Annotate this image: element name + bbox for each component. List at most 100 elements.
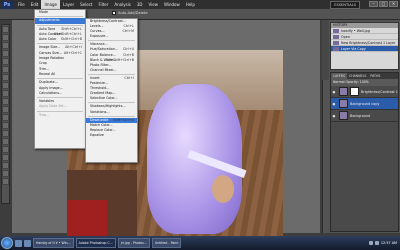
menu-item-label: Adjustments: [39, 18, 60, 23]
photoshop-logo: Ps: [1, 0, 13, 9]
taskbar-button-untitled-paint[interactable]: Untitled - Paint: [151, 238, 182, 248]
menu-image[interactable]: Image: [41, 0, 60, 9]
taskbar-button-jrr-jpg-photos[interactable]: jrr.jpg - Photos...: [117, 238, 150, 248]
menu-item-label: Brightness/Contrast...: [90, 19, 126, 23]
image-menu-item-adjustments[interactable]: Adjustments: [35, 18, 85, 24]
adjustments-item-selective-color[interactable]: Selective Color...: [86, 96, 137, 101]
auto-add-delete-option[interactable]: Auto-Add/Delete: [112, 11, 148, 15]
history-state[interactable]: Layer Via Copy: [331, 46, 398, 52]
menu-edit[interactable]: Edit: [28, 0, 42, 9]
adjustments-item-equalize[interactable]: Equalize: [86, 133, 137, 138]
history-state-label: New Brightness/Contrast 1 Layer: [341, 41, 396, 45]
history-thumbnail: [333, 29, 339, 33]
menu-item-label: Invert: [90, 75, 100, 80]
zoom-tool-icon[interactable]: [2, 170, 9, 177]
dodge-tool-icon[interactable]: [2, 122, 9, 129]
menu-select[interactable]: Select: [77, 0, 95, 9]
window-controls: – □ ×: [369, 1, 398, 7]
menu-window[interactable]: Window: [161, 0, 183, 9]
menu-item-label: Trim...: [39, 66, 50, 71]
image-menu-item-trap: Trap...: [35, 113, 85, 118]
layer-blend-options[interactable]: Normal Opacity: 100%: [331, 79, 398, 86]
volume-icon[interactable]: [374, 241, 379, 245]
menu-file[interactable]: File: [15, 0, 28, 9]
menu-analysis[interactable]: Analysis: [111, 0, 133, 9]
taskbar-button-label: jrr.jpg - Photos...: [120, 241, 147, 245]
menu-item-label: Vibrance...: [90, 42, 108, 47]
visibility-eye-icon[interactable]: ●: [331, 102, 337, 106]
taskbar-button-hamby-of-ti-win[interactable]: Hamby of ti ¥ • Win...: [33, 238, 74, 248]
image-menu-item-mode[interactable]: Mode: [35, 10, 85, 15]
menu-item-label: Mode: [39, 10, 48, 14]
hand-tool-icon[interactable]: [2, 162, 9, 169]
history-thumbnail: [333, 47, 339, 51]
auto-add-delete-checkbox[interactable]: [112, 11, 116, 15]
layer-row[interactable]: ● Background: [331, 110, 398, 122]
menu-item-label: Image Size...: [39, 45, 61, 50]
quick-select-tool-icon[interactable]: [2, 50, 9, 57]
menu-separator: [88, 115, 135, 117]
quicklaunch-icon[interactable]: [24, 239, 31, 247]
taskbar-button-adobe-photoshop-c[interactable]: Adobe Photoshop C...: [75, 238, 116, 248]
panel-dock-strip[interactable]: [322, 20, 329, 80]
menu-item-label: Desaturate: [90, 117, 109, 122]
menu-item-label: Variables: [39, 99, 55, 104]
menu-item-label: Equalize: [90, 132, 104, 137]
gradient-tool-icon[interactable]: [2, 114, 9, 121]
menu-3d[interactable]: 3D: [134, 0, 146, 9]
eraser-tool-icon[interactable]: [2, 106, 9, 113]
menu-view[interactable]: View: [146, 0, 162, 9]
type-tool-icon[interactable]: [2, 138, 9, 145]
windows-taskbar: Hamby of ti ¥ • Win... Adobe Photoshop C.…: [0, 236, 400, 250]
path-select-tool-icon[interactable]: [2, 146, 9, 153]
brush-tool-icon[interactable]: [2, 82, 9, 89]
menu-item-label: Auto Tone: [39, 26, 56, 31]
layer-mask-thumbnail[interactable]: [350, 87, 359, 96]
color-swatches-icon[interactable]: [2, 178, 9, 185]
menu-separator: [88, 40, 135, 42]
image-menu-item-reveal-all[interactable]: Reveal All: [35, 72, 85, 77]
pen-tool-icon[interactable]: [2, 130, 9, 137]
history-brush-tool-icon[interactable]: [2, 98, 9, 105]
menu-item-label: Match Color...: [90, 122, 113, 127]
menu-item-label: Calculations...: [39, 90, 63, 95]
adjustments-item-variations[interactable]: Variations...: [86, 110, 137, 115]
menu-help[interactable]: Help: [183, 0, 198, 9]
lasso-tool-icon[interactable]: [2, 42, 9, 49]
shape-tool-icon[interactable]: [2, 154, 9, 161]
menu-separator: [37, 16, 83, 18]
menu-item-label: Curves...: [90, 29, 105, 34]
quicklaunch-icon[interactable]: [15, 239, 22, 247]
maximize-button[interactable]: □: [379, 1, 388, 7]
layer-thumbnail: [339, 87, 348, 96]
menu-filter[interactable]: Filter: [95, 0, 111, 9]
clone-stamp-tool-icon[interactable]: [2, 90, 9, 97]
minimize-button[interactable]: –: [369, 1, 378, 7]
adjustments-item-exposure[interactable]: Exposure...: [86, 34, 137, 39]
menu-item-label: Image Rotation: [39, 56, 65, 61]
menu-item-label: Canvas Size...: [39, 50, 63, 55]
visibility-eye-icon[interactable]: ●: [331, 90, 337, 94]
marquee-tool-icon[interactable]: [2, 34, 9, 41]
menu-item-label: Crop: [39, 61, 47, 66]
menu-item-label: Reveal All: [39, 71, 56, 76]
move-tool-icon[interactable]: [2, 26, 9, 33]
image-menu-item-calculations[interactable]: Calculations...: [35, 91, 85, 96]
start-button[interactable]: [1, 237, 13, 249]
visibility-eye-icon[interactable]: ●: [331, 114, 337, 118]
menu-item-label: Variations...: [90, 109, 110, 114]
close-button[interactable]: ×: [389, 1, 398, 7]
image-menu-item-auto-color[interactable]: Auto Color Shift+Ctrl+B: [35, 37, 85, 42]
healing-tool-icon[interactable]: [2, 74, 9, 81]
network-icon[interactable]: [368, 241, 373, 245]
crop-tool-icon[interactable]: [2, 58, 9, 65]
tab-paths[interactable]: PATHS: [368, 73, 382, 79]
menu-item-label: Levels...: [90, 24, 104, 29]
workspace-switcher[interactable]: ESSENTIALS: [330, 1, 360, 9]
menu-layer[interactable]: Layer: [60, 0, 77, 9]
adjustments-item-channel-mixer[interactable]: Channel Mixer...: [86, 68, 137, 73]
eyedropper-tool-icon[interactable]: [2, 66, 9, 73]
layer-row[interactable]: ● Background copy: [331, 98, 398, 110]
layer-row[interactable]: ● Brightness/Contrast 1: [331, 86, 398, 98]
history-state-label: hawiify • Wall.jpg: [341, 29, 370, 33]
